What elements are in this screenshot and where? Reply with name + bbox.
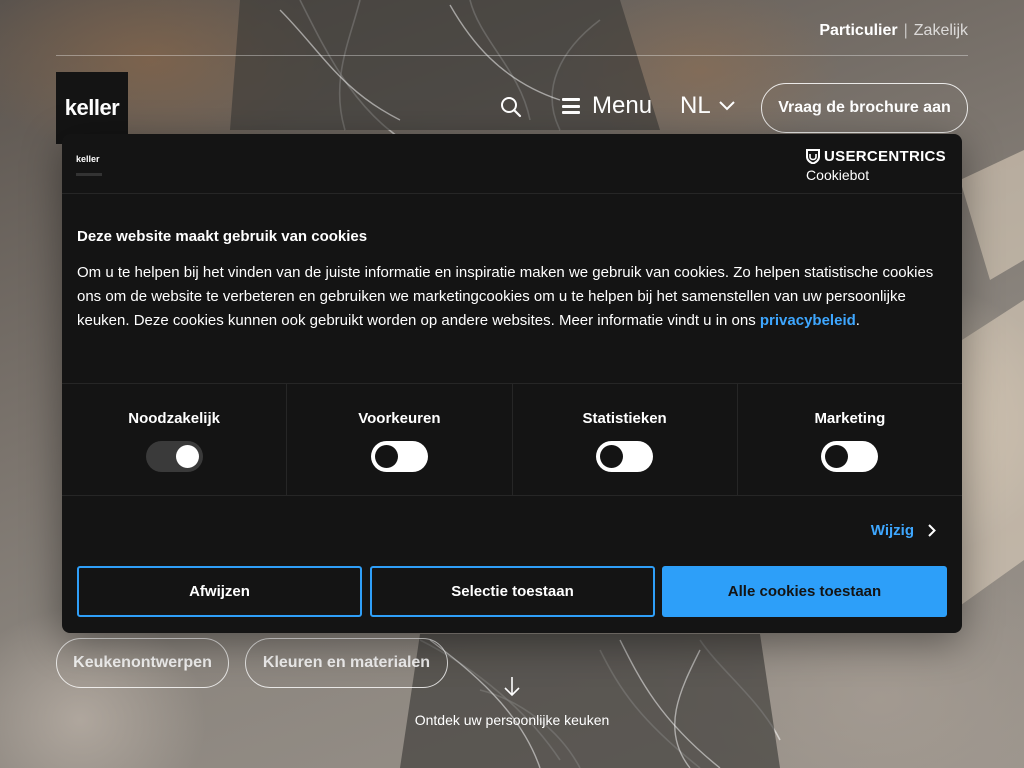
- toggle-knob: [374, 445, 398, 468]
- category-label: Statistieken: [582, 410, 667, 427]
- segment-switch: Particulier | Zakelijk: [819, 22, 968, 40]
- header-divider: [56, 55, 968, 56]
- scroll-cta[interactable]: Ontdek uw persoonlijke keuken: [0, 712, 1024, 728]
- toggle-voorkeuren[interactable]: [370, 441, 428, 472]
- segment-separator: |: [903, 22, 908, 39]
- segment-particulier[interactable]: Particulier: [819, 22, 897, 40]
- category-label: Marketing: [814, 410, 886, 427]
- allow-all-button[interactable]: Alle cookies toestaan: [662, 566, 947, 617]
- cookie-body: Deze website maakt gebruik van cookies O…: [62, 194, 962, 384]
- cookie-title: Deze website maakt gebruik van cookies: [77, 228, 368, 245]
- toggle-marketing[interactable]: [821, 441, 879, 472]
- toggle-knob: [600, 445, 624, 468]
- allow-selection-button[interactable]: Selectie toestaan: [370, 566, 655, 617]
- search-button[interactable]: [498, 94, 524, 120]
- pill-kleuren-materialen[interactable]: Kleuren en materialen: [245, 638, 448, 688]
- privacy-link[interactable]: privacybeleid: [760, 312, 856, 329]
- brochure-button[interactable]: Vraag de brochure aan: [761, 83, 968, 133]
- brand-usercentrics: USERCENTRICS: [824, 148, 946, 165]
- details-label: Wijzig: [870, 522, 914, 539]
- cookie-buttons: Afwijzen Selectie toestaan Alle cookies …: [77, 566, 947, 617]
- brand-cookiebot: Cookiebot: [806, 167, 870, 183]
- segment-zakelijk[interactable]: Zakelijk: [914, 22, 968, 40]
- details-link[interactable]: Wijzig: [871, 522, 936, 539]
- chevron-down-icon: [718, 101, 735, 111]
- pill-keukenontwerpen[interactable]: Keukenontwerpen: [56, 638, 229, 688]
- category-statistieken: Statistieken: [513, 384, 738, 495]
- arrow-down-icon[interactable]: [503, 676, 521, 698]
- cookie-dialog: keller USERCENTRICS Cookiebot Deze websi…: [62, 134, 962, 633]
- hamburger-icon: [562, 98, 580, 114]
- cookie-header: keller USERCENTRICS Cookiebot: [62, 134, 962, 194]
- toggle-noodzakelijk[interactable]: [145, 441, 203, 472]
- toggle-knob: [825, 445, 849, 468]
- cookie-categories: Noodzakelijk Voorkeuren Statistieken Mar…: [62, 384, 962, 496]
- language-selector[interactable]: NL: [680, 92, 735, 120]
- menu-button[interactable]: Menu: [562, 92, 652, 120]
- category-marketing: Marketing: [738, 384, 962, 495]
- category-label: Noodzakelijk: [128, 410, 220, 427]
- reject-button[interactable]: Afwijzen: [77, 566, 362, 617]
- category-label: Voorkeuren: [358, 410, 441, 427]
- cookie-description-end: .: [855, 312, 860, 329]
- toggle-knob: [175, 445, 199, 468]
- cookie-site-logo: keller: [76, 154, 102, 176]
- cookie-description: Om u te helpen bij het vinden van de jui…: [77, 261, 947, 333]
- usercentrics-brand[interactable]: USERCENTRICS Cookiebot: [806, 148, 946, 183]
- category-noodzakelijk: Noodzakelijk: [62, 384, 288, 495]
- language-label: NL: [680, 92, 711, 119]
- shield-icon: [806, 149, 821, 164]
- category-voorkeuren: Voorkeuren: [287, 384, 513, 495]
- details-row: Wijzig: [62, 496, 962, 566]
- search-icon: [501, 97, 522, 118]
- chevron-right-icon: [928, 524, 936, 537]
- logo-text: keller: [64, 95, 120, 120]
- toggle-statistieken[interactable]: [596, 441, 654, 472]
- menu-label: Menu: [592, 92, 653, 119]
